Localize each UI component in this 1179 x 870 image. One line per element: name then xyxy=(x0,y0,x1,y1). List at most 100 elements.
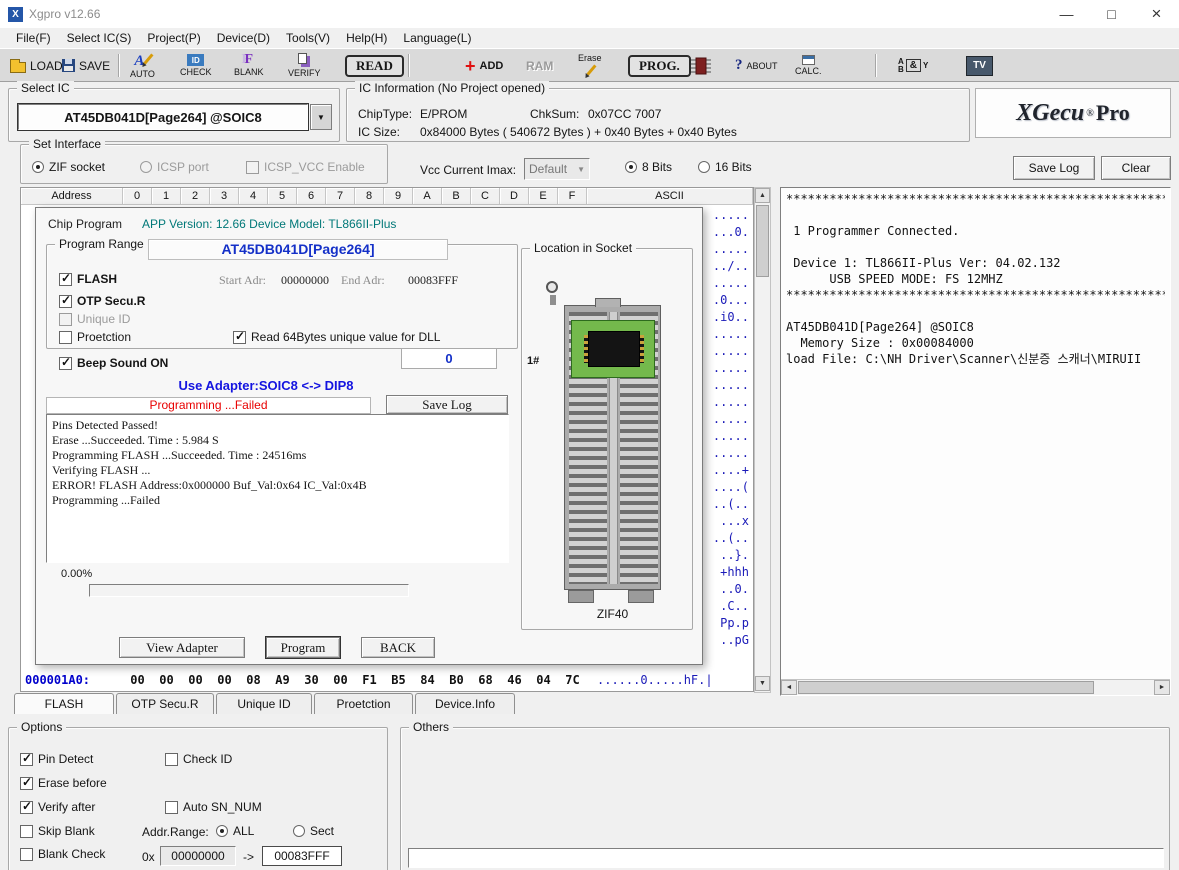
save-button[interactable]: SAVE xyxy=(62,50,110,81)
ic-combobox-value[interactable]: AT45DB041D[Page264] @SOIC8 xyxy=(18,104,308,130)
scrollbar-thumb[interactable] xyxy=(756,205,769,277)
back-button[interactable]: BACK xyxy=(361,637,435,658)
tv-button[interactable]: TV xyxy=(966,50,993,81)
hex-byte-cell[interactable]: 00 xyxy=(181,673,210,687)
minimize-button[interactable]: — xyxy=(1044,0,1089,28)
hex-row[interactable]: 000001A0: 0000000008A93000F1B584B0684604… xyxy=(21,671,753,689)
erase-button[interactable]: Erase xyxy=(578,50,602,81)
close-button[interactable]: × xyxy=(1134,0,1179,28)
check-button[interactable]: ID CHECK xyxy=(180,50,212,81)
unique-id-label: Unique ID xyxy=(77,312,130,326)
location-in-socket-label: Location in Socket xyxy=(530,241,636,255)
hex-vertical-scrollbar[interactable]: ▲ ▼ xyxy=(754,187,771,693)
hex-byte-cell[interactable]: 68 xyxy=(471,673,500,687)
maximize-button[interactable]: □ xyxy=(1089,0,1134,28)
program-button[interactable]: Program xyxy=(266,637,340,658)
ram-button[interactable]: RAM xyxy=(526,50,553,81)
about-button[interactable]: ? ABOUT xyxy=(735,50,778,81)
auto-button[interactable]: A AUTO xyxy=(130,50,155,81)
hex-row-ascii[interactable]: ......0.....hF.| xyxy=(587,673,713,687)
scrollbar-thumb[interactable] xyxy=(798,681,1094,694)
logic-test-button[interactable]: AB & Y xyxy=(898,50,928,81)
menu-item[interactable]: Device(D) xyxy=(209,29,278,47)
hex-byte-cell[interactable]: 00 xyxy=(326,673,355,687)
addr-range-all-radio[interactable]: ALL xyxy=(216,824,254,838)
hex-byte-cell[interactable]: B0 xyxy=(442,673,471,687)
menu-item[interactable]: Select IC(S) xyxy=(59,29,140,47)
load-button[interactable]: LOAD xyxy=(10,50,63,81)
menu-item[interactable]: Language(L) xyxy=(395,29,479,47)
calc-button[interactable]: CALC. xyxy=(795,50,822,81)
unique-id-checkbox[interactable]: Unique ID xyxy=(59,312,130,326)
scroll-left-button[interactable]: ◄ xyxy=(781,680,797,695)
tab-protection[interactable]: Proetction xyxy=(314,693,413,714)
menu-item[interactable]: Tools(V) xyxy=(278,29,338,47)
scroll-down-button[interactable]: ▼ xyxy=(755,676,770,691)
addr-range-sect-radio[interactable]: Sect xyxy=(293,824,334,838)
hex-byte-cell[interactable]: 84 xyxy=(413,673,442,687)
hex-ascii-fragment: ..pG xyxy=(699,632,749,649)
8-bits-label: 8 Bits xyxy=(642,160,672,174)
view-adapter-button[interactable]: View Adapter xyxy=(119,637,245,658)
hex-byte-cell[interactable]: 46 xyxy=(500,673,529,687)
menu-item[interactable]: Project(P) xyxy=(139,29,208,47)
read-button[interactable]: READ xyxy=(345,50,404,81)
range-to-input[interactable]: 00083FFF xyxy=(262,846,342,866)
chip-tool-button[interactable] xyxy=(690,50,712,81)
protection-checkbox[interactable]: Proetction xyxy=(59,330,131,344)
hex-ascii-fragment: ....( xyxy=(699,479,749,496)
tab-device-info[interactable]: Device.Info xyxy=(415,693,515,714)
tab-otp-secur[interactable]: OTP Secu.R xyxy=(116,693,214,714)
icsp-vcc-checkbox[interactable]: ICSP_VCC Enable xyxy=(246,160,365,174)
add-button[interactable]: + ADD xyxy=(465,50,503,81)
hex-ascii-fragment: ..... xyxy=(699,411,749,428)
16-bits-radio[interactable]: 16 Bits xyxy=(698,160,752,174)
vcc-imax-label: Vcc Current Imax: xyxy=(420,163,516,177)
blank-check-checkbox[interactable]: Blank Check xyxy=(20,847,105,861)
range-from-input[interactable]: 00000000 xyxy=(160,846,236,866)
check-id-checkbox[interactable]: Check ID xyxy=(165,752,232,766)
menu-item[interactable]: Help(H) xyxy=(338,29,395,47)
icsp-port-label: ICSP port xyxy=(157,160,209,174)
scroll-right-button[interactable]: ► xyxy=(1154,680,1170,695)
save-log-button[interactable]: Save Log xyxy=(1013,156,1095,180)
hex-prefix-label: 0x xyxy=(142,850,155,864)
hex-byte-cell[interactable]: 30 xyxy=(297,673,326,687)
hex-byte-cell[interactable]: 04 xyxy=(529,673,558,687)
blank-button[interactable]: F BLANK xyxy=(234,50,264,81)
tab-unique-id[interactable]: Unique ID xyxy=(216,693,312,714)
hex-byte-cell[interactable]: 00 xyxy=(152,673,181,687)
hex-byte-cell[interactable]: 7C xyxy=(558,673,587,687)
tab-flash[interactable]: FLASH xyxy=(14,693,114,714)
erase-label: Erase xyxy=(578,53,602,63)
ic-dropdown-button[interactable]: ▼ xyxy=(310,104,332,130)
verify-after-checkbox[interactable]: Verify after xyxy=(20,800,95,814)
hex-byte-cell[interactable]: 00 xyxy=(210,673,239,687)
clear-button[interactable]: Clear xyxy=(1101,156,1171,180)
vcc-imax-select[interactable]: Default ▼ xyxy=(524,158,590,180)
otp-secur-checkbox[interactable]: OTP Secu.R xyxy=(59,294,145,308)
beep-checkbox[interactable]: Beep Sound ON xyxy=(59,356,168,370)
flash-checkbox[interactable]: FLASH xyxy=(59,272,117,286)
hex-byte-cell[interactable]: F1 xyxy=(355,673,384,687)
icsp-port-radio[interactable]: ICSP port xyxy=(140,160,209,174)
verify-button[interactable]: VERIFY xyxy=(288,50,321,81)
hex-byte-cell[interactable]: 08 xyxy=(239,673,268,687)
erase-before-checkbox[interactable]: Erase before xyxy=(20,776,107,790)
prog-button[interactable]: PROG. xyxy=(628,50,691,81)
ic-combobox[interactable]: AT45DB041D[Page264] @SOIC8 ▼ xyxy=(18,104,332,130)
zif-socket-radio[interactable]: ZIF socket xyxy=(32,160,105,174)
auto-sn-checkbox[interactable]: Auto SN_NUM xyxy=(165,800,262,814)
hex-byte-cell[interactable]: A9 xyxy=(268,673,297,687)
pin-detect-checkbox[interactable]: Pin Detect xyxy=(20,752,93,766)
dialog-save-log-button[interactable]: Save Log xyxy=(386,395,508,414)
read64-checkbox[interactable]: Read 64Bytes unique value for DLL xyxy=(233,330,440,344)
scroll-up-button[interactable]: ▲ xyxy=(755,188,770,203)
8-bits-radio[interactable]: 8 Bits xyxy=(625,160,672,174)
hex-byte-cell[interactable]: 00 xyxy=(123,673,152,687)
skip-blank-checkbox[interactable]: Skip Blank xyxy=(20,824,95,838)
others-field[interactable] xyxy=(408,848,1164,868)
hex-byte-cell[interactable]: B5 xyxy=(384,673,413,687)
log-horizontal-scrollbar[interactable]: ◄ ► xyxy=(781,679,1170,695)
menu-item[interactable]: File(F) xyxy=(8,29,59,47)
